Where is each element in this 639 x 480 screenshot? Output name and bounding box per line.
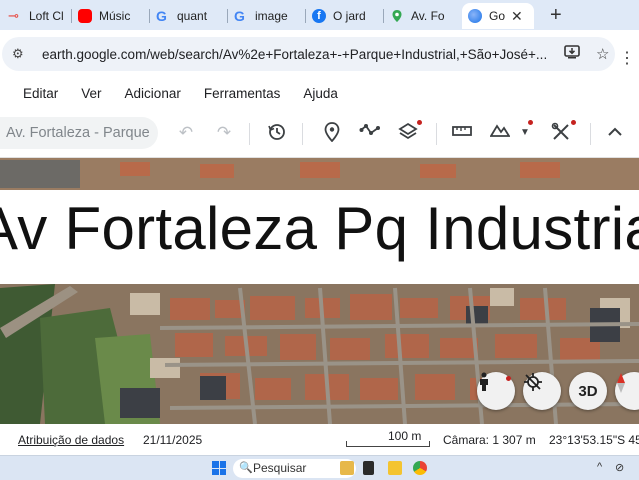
banner-text: Av Fortaleza Pq Industrial bbox=[0, 195, 639, 262]
tab-label: Av. Fo bbox=[411, 9, 445, 23]
site-settings-icon[interactable]: ⚙ bbox=[12, 46, 30, 62]
google-icon: G bbox=[156, 8, 167, 24]
menu-adicionar[interactable]: Adicionar bbox=[125, 86, 181, 101]
earth-menu-bar: Editar Ver Adicionar Ferramentas Ajuda bbox=[0, 78, 639, 108]
ruler-icon[interactable] bbox=[451, 122, 473, 144]
windows-start-icon[interactable] bbox=[212, 461, 226, 475]
tab-youtube[interactable]: Músic bbox=[72, 3, 150, 29]
taskbar: 🔍 Pesquisar ^ ⊘ bbox=[0, 455, 639, 480]
placemark-icon[interactable] bbox=[321, 122, 343, 148]
status-bar: Atribuição de dados 21/11/2025 100 m Câm… bbox=[0, 424, 639, 455]
tab-facebook[interactable]: f O jard bbox=[306, 3, 384, 29]
taskbar-search-label: Pesquisar bbox=[253, 461, 307, 475]
chevron-up-icon[interactable] bbox=[604, 122, 626, 144]
satellite-map[interactable]: Av Fortaleza Pq Industrial 3D bbox=[0, 158, 639, 424]
chevron-up-icon[interactable]: ^ bbox=[597, 461, 602, 473]
tools-icon[interactable] bbox=[550, 122, 572, 148]
key-icon: ⊸ bbox=[8, 8, 19, 23]
tab-loft[interactable]: ⊸ Loft Cl bbox=[0, 3, 72, 29]
search-icon: 🔍 bbox=[239, 462, 253, 474]
imagery-date: 21/11/2025 bbox=[143, 433, 203, 447]
address-bar[interactable]: ⚙ earth.google.com/web/search/Av%2e+Fort… bbox=[2, 37, 615, 71]
menu-dots-icon[interactable]: ⋮ bbox=[619, 48, 635, 68]
camera-altitude: Câmara: 1 307 m bbox=[443, 433, 536, 447]
menu-editar[interactable]: Editar bbox=[23, 86, 58, 101]
youtube-icon bbox=[78, 9, 92, 23]
3d-toggle-button[interactable]: 3D bbox=[569, 372, 607, 410]
task-view-icon[interactable] bbox=[363, 461, 374, 475]
facebook-icon: f bbox=[312, 9, 326, 23]
tab-label: quant bbox=[177, 9, 208, 23]
bookmark-star-icon[interactable]: ☆ bbox=[596, 45, 609, 63]
coordinates: 23°13'53.15"S 45 bbox=[549, 433, 639, 447]
close-icon[interactable]: ✕ bbox=[511, 8, 523, 25]
scale-bar bbox=[346, 441, 430, 447]
menu-ferramentas[interactable]: Ferramentas bbox=[204, 86, 281, 101]
browser-toolbar: ⚙ earth.google.com/web/search/Av%2e+Fort… bbox=[0, 30, 639, 78]
tab-label: Loft Cl bbox=[29, 9, 64, 23]
tab-label: O jard bbox=[333, 9, 366, 23]
tab-google-earth[interactable]: Go ✕ bbox=[462, 3, 534, 29]
wifi-off-icon[interactable]: ⊘ bbox=[615, 461, 624, 474]
google-icon: G bbox=[234, 8, 245, 24]
earth-search-input[interactable]: Av. Fortaleza - Parque bbox=[0, 117, 158, 149]
file-explorer-icon[interactable] bbox=[388, 461, 402, 475]
location-banner: Av Fortaleza Pq Industrial bbox=[0, 190, 639, 284]
path-icon[interactable] bbox=[359, 122, 381, 144]
earth-icon bbox=[468, 9, 482, 23]
history-icon[interactable] bbox=[266, 122, 288, 148]
tab-strip: ⊸ Loft Cl Músic G quant G image f O jard… bbox=[0, 0, 639, 30]
redo-icon[interactable]: ↷ bbox=[213, 122, 235, 144]
menu-ajuda[interactable]: Ajuda bbox=[303, 86, 338, 101]
tab-google-image[interactable]: G image bbox=[228, 3, 306, 29]
maps-pin-icon bbox=[390, 9, 404, 23]
attribution-link[interactable]: Atribuição de dados bbox=[18, 433, 124, 447]
location-off-icon[interactable] bbox=[523, 372, 561, 410]
earth-toolbar: Av. Fortaleza - Parque ↶ ↷ ▼ bbox=[0, 108, 639, 158]
url-text[interactable]: earth.google.com/web/search/Av%2e+Fortal… bbox=[42, 47, 548, 62]
install-app-icon[interactable] bbox=[564, 45, 580, 63]
dropdown-arrow-icon[interactable]: ▼ bbox=[514, 122, 536, 144]
tab-maps[interactable]: Av. Fo bbox=[384, 3, 462, 29]
tab-google-quant[interactable]: G quant bbox=[150, 3, 228, 29]
layers-icon[interactable] bbox=[397, 122, 419, 148]
tab-label: Músic bbox=[99, 9, 131, 23]
undo-icon[interactable]: ↶ bbox=[175, 122, 197, 144]
taskbar-search[interactable]: 🔍 Pesquisar bbox=[233, 459, 356, 478]
new-tab-button[interactable]: + bbox=[550, 5, 562, 25]
chrome-icon[interactable] bbox=[413, 461, 427, 475]
tab-label: Go bbox=[489, 9, 506, 23]
menu-ver[interactable]: Ver bbox=[81, 86, 101, 101]
terrain-icon[interactable] bbox=[489, 122, 511, 144]
tab-label: image bbox=[255, 9, 288, 23]
widget-icon[interactable] bbox=[340, 461, 354, 475]
